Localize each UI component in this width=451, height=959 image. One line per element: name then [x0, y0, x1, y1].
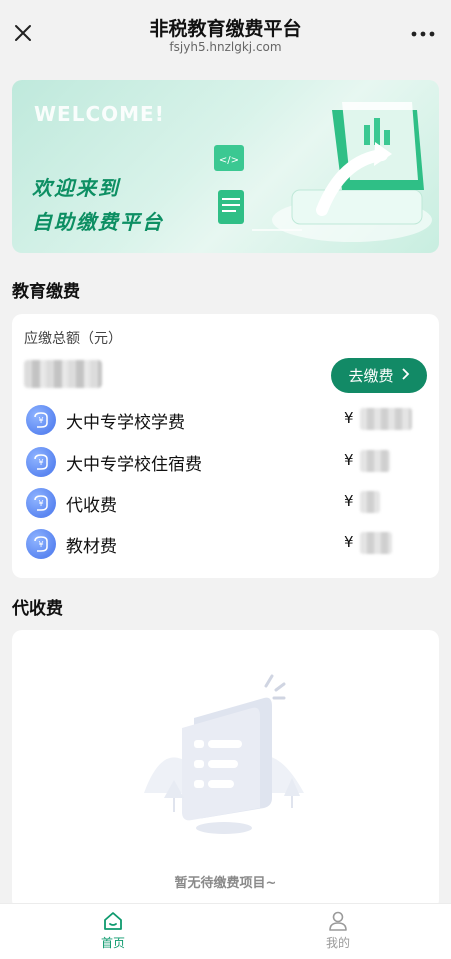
total-amount-label: 应缴总额（元）: [24, 331, 122, 347]
fee-item[interactable]: ¥ 代收费 ¥: [24, 487, 427, 519]
fee-item-currency: ¥: [344, 492, 354, 510]
fee-item-amount-redacted: [360, 408, 412, 430]
chevron-right-icon: [400, 367, 410, 384]
fee-item-currency: ¥: [344, 533, 354, 551]
yuan-receipt-icon: ¥: [26, 405, 56, 435]
welcome-banner[interactable]: WELCOME! 欢迎来到 自助缴费平台 </>: [12, 80, 439, 253]
education-fees-title: 教育缴费: [12, 282, 80, 302]
home-icon: [104, 912, 122, 930]
yuan-receipt-icon: ¥: [26, 488, 56, 518]
yuan-receipt-icon: ¥: [26, 447, 56, 477]
education-fees-card: 应缴总额（元） 去缴费 ¥ 大中专学校学费 ¥ ¥ 大中专学校住宿费 ¥ ¥ 代…: [12, 314, 439, 578]
fee-item-amount-redacted: [360, 450, 390, 472]
banner-illustration: </>: [214, 102, 432, 242]
nav-home-label: 首页: [100, 936, 125, 950]
svg-text:</>: </>: [219, 155, 239, 166]
fee-item-amount-redacted: [360, 532, 392, 554]
go-pay-button[interactable]: 去缴费: [331, 358, 427, 393]
collection-card: 暂无待缴费项目~: [12, 630, 439, 910]
fee-item-name: 代收费: [66, 496, 117, 516]
svg-text:¥: ¥: [38, 499, 43, 508]
fee-item-currency: ¥: [344, 451, 354, 469]
fee-item-amount-redacted: [360, 491, 380, 513]
svg-text:¥: ¥: [38, 458, 43, 467]
nav-home[interactable]: 首页: [73, 910, 153, 956]
banner-headline-2: 自助缴费平台: [32, 210, 164, 234]
nav-mine[interactable]: 我的: [298, 910, 378, 956]
go-pay-label: 去缴费: [348, 367, 394, 385]
fee-item[interactable]: ¥ 大中专学校住宿费 ¥: [24, 446, 427, 478]
fee-item-currency: ¥: [344, 409, 354, 427]
fee-item-name: 大中专学校学费: [66, 413, 185, 433]
banner-headline-1: 欢迎来到: [32, 176, 120, 200]
empty-state-illustration: [144, 674, 304, 834]
nav-mine-label: 我的: [325, 936, 350, 950]
fee-item-name: 教材费: [66, 537, 117, 557]
user-icon: [329, 911, 347, 931]
total-amount-value-redacted: [24, 360, 102, 388]
fee-item-name: 大中专学校住宿费: [66, 455, 202, 475]
more-dots-icon[interactable]: [409, 24, 437, 44]
svg-text:¥: ¥: [38, 540, 43, 549]
svg-text:¥: ¥: [38, 416, 43, 425]
collection-title: 代收费: [12, 599, 63, 619]
yuan-receipt-icon: ¥: [26, 529, 56, 559]
fee-item[interactable]: ¥ 教材费 ¥: [24, 528, 427, 560]
page-url: fsjyh5.hnzlgkj.com: [169, 40, 282, 54]
bottom-nav: 首页 我的: [0, 903, 451, 959]
page-title: 非税教育缴费平台: [149, 18, 302, 40]
top-bar: 非税教育缴费平台 fsjyh5.hnzlgkj.com: [0, 0, 451, 62]
fee-item[interactable]: ¥ 大中专学校学费 ¥: [24, 404, 427, 436]
banner-welcome-text: WELCOME!: [34, 102, 165, 126]
empty-state-text: 暂无待缴费项目~: [174, 876, 277, 891]
